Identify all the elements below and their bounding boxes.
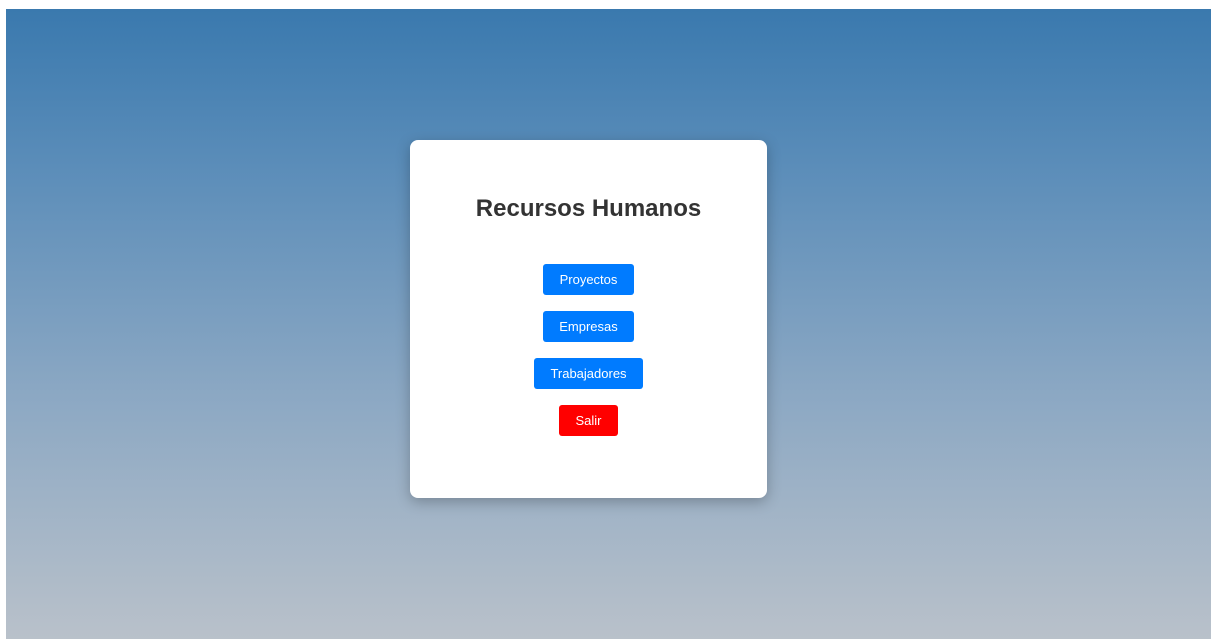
page-title: Recursos Humanos bbox=[475, 195, 702, 222]
menu-card: Recursos Humanos Proyectos Empresas Trab… bbox=[410, 140, 767, 498]
empresas-button[interactable]: Empresas bbox=[543, 311, 634, 342]
proyectos-button[interactable]: Proyectos bbox=[543, 264, 634, 295]
page-background: Recursos Humanos Proyectos Empresas Trab… bbox=[6, 9, 1211, 639]
salir-button[interactable]: Salir bbox=[559, 405, 618, 436]
trabajadores-button[interactable]: Trabajadores bbox=[534, 358, 643, 389]
